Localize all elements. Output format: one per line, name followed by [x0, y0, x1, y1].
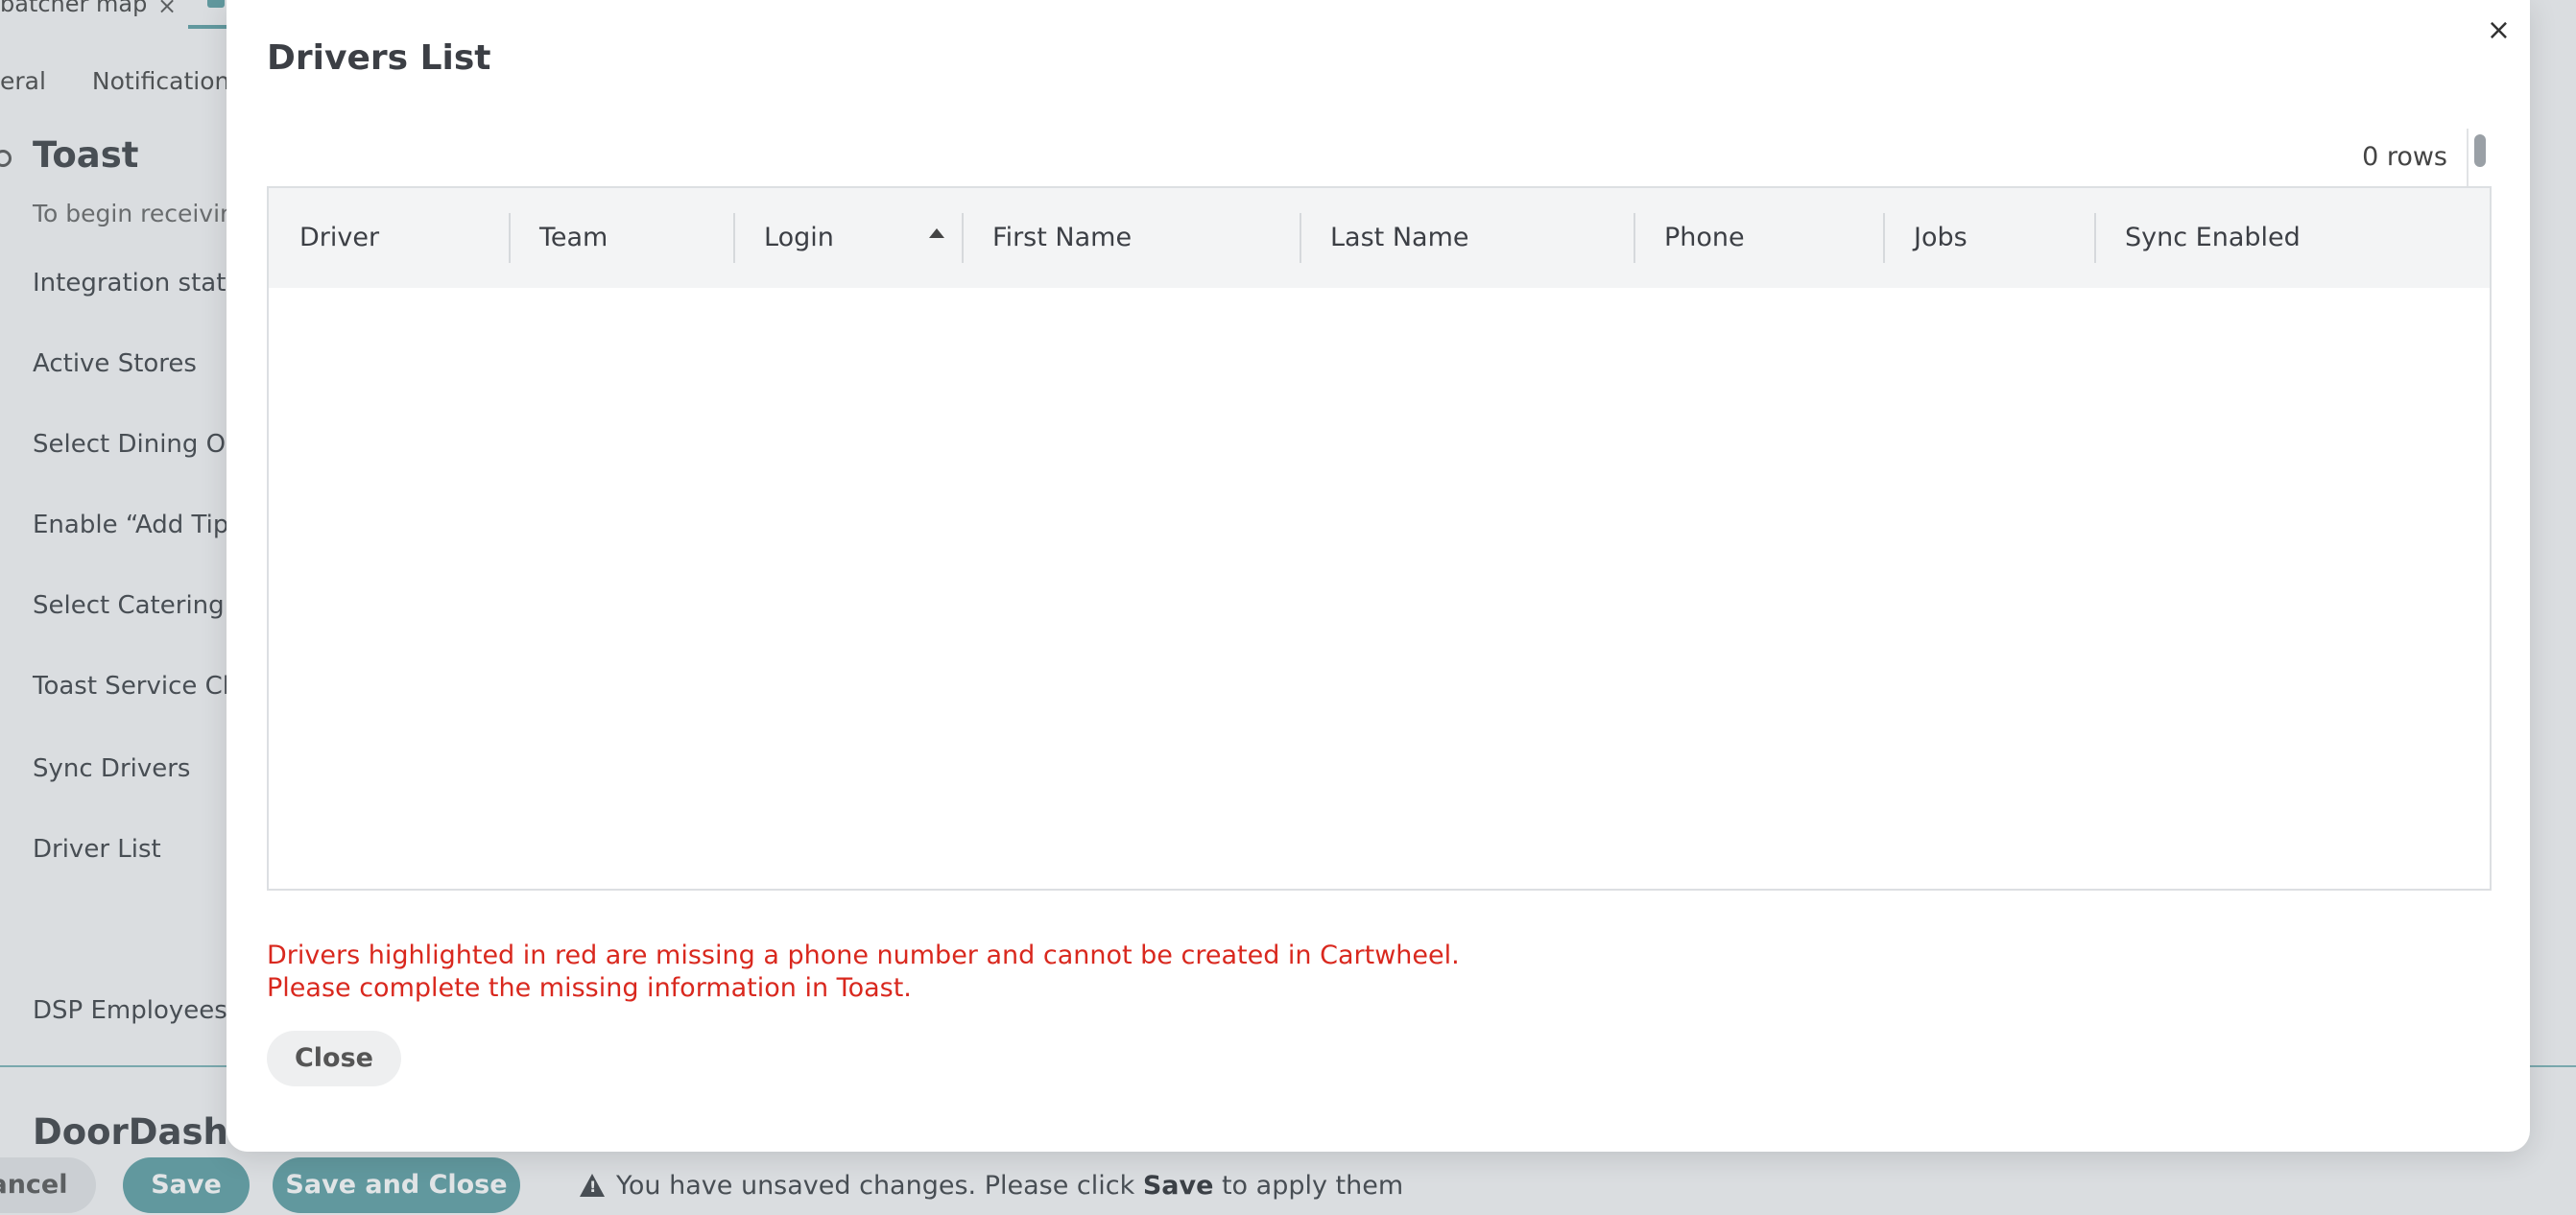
- column-label: Sync Enabled: [2125, 223, 2301, 252]
- column-label: Phone: [1664, 223, 1745, 252]
- column-header-phone[interactable]: Phone: [1634, 188, 1883, 288]
- column-header-sync-enabled[interactable]: Sync Enabled: [2094, 188, 2490, 288]
- column-label: Team: [539, 223, 608, 252]
- table-header: Driver Team Login First Name Last Name P…: [269, 188, 2490, 288]
- column-label: Login: [764, 223, 834, 252]
- column-header-login[interactable]: Login: [733, 188, 962, 288]
- rows-count: 0 rows: [2362, 142, 2447, 172]
- sort-ascending-icon: [929, 228, 944, 238]
- drivers-list-modal: × Drivers List 0 rows Driver Team Login …: [227, 0, 2530, 1152]
- close-icon[interactable]: ×: [2487, 13, 2511, 47]
- scrollbar-thumb[interactable]: [2474, 134, 2486, 167]
- modal-title: Drivers List: [267, 38, 491, 78]
- drivers-table: Driver Team Login First Name Last Name P…: [267, 186, 2492, 891]
- scrollbar[interactable]: [2467, 129, 2490, 186]
- missing-phone-note-line-1: Drivers highlighted in red are missing a…: [267, 941, 1460, 970]
- column-header-driver[interactable]: Driver: [269, 188, 509, 288]
- column-header-jobs[interactable]: Jobs: [1883, 188, 2094, 288]
- column-header-last-name[interactable]: Last Name: [1300, 188, 1634, 288]
- column-header-first-name[interactable]: First Name: [962, 188, 1300, 288]
- column-header-team[interactable]: Team: [509, 188, 733, 288]
- column-label: First Name: [992, 223, 1133, 252]
- missing-phone-note-line-2: Please complete the missing information …: [267, 973, 912, 1003]
- table-body: [269, 288, 2490, 889]
- column-label: Jobs: [1914, 223, 1968, 252]
- close-button[interactable]: Close: [267, 1031, 401, 1086]
- column-label: Driver: [299, 223, 380, 252]
- column-label: Last Name: [1330, 223, 1469, 252]
